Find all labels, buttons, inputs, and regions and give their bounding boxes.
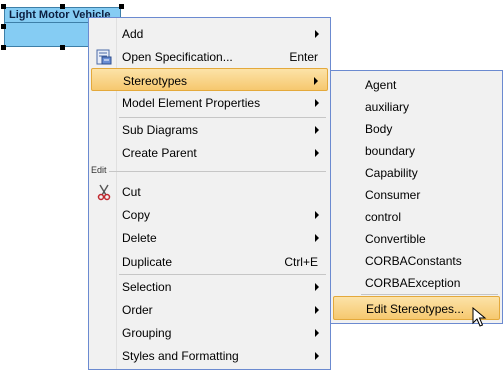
menu-item-label: Cut: [122, 185, 141, 199]
menu-separator: [91, 171, 326, 172]
menu-item-delete[interactable]: Delete: [91, 226, 328, 249]
menu-item-label: Open Specification...: [122, 50, 233, 64]
submenu-arrow-icon: [314, 77, 318, 85]
menu-item-label: Duplicate: [122, 255, 173, 269]
mouse-pointer-icon: [472, 306, 488, 329]
menu-item-label: Copy: [122, 208, 151, 222]
submenu-arrow-icon: [315, 99, 319, 107]
resize-handle-top-right[interactable]: [119, 4, 124, 9]
submenu-arrow-icon: [315, 234, 319, 242]
menu-item-stereotypes[interactable]: Stereotypes: [91, 68, 328, 91]
stereotype-label: Body: [365, 122, 393, 136]
stereotype-label: boundary: [365, 144, 416, 158]
stereotype-item[interactable]: control: [333, 205, 500, 227]
menu-item-shortcut: Enter: [289, 50, 318, 64]
menu-item-label: Styles and Formatting: [122, 349, 239, 363]
submenu-arrow-icon: [315, 352, 319, 360]
stereotype-label: CORBAConstants: [365, 254, 462, 268]
stereotype-label: Capability: [365, 166, 418, 180]
menu-item-add[interactable]: Add: [91, 22, 328, 45]
stereotype-item[interactable]: Consumer: [333, 183, 500, 205]
menu-item-duplicate[interactable]: Duplicate Ctrl+E: [91, 250, 328, 273]
resize-handle-middle-left[interactable]: [1, 24, 6, 29]
menu-item-label: Stereotypes: [123, 74, 188, 88]
menu-item-label: Add: [122, 27, 144, 41]
stereotype-label: CORBAException: [365, 276, 461, 290]
submenu-arrow-icon: [315, 283, 319, 291]
stereotype-item[interactable]: Convertible: [333, 227, 500, 249]
stereotype-label: Consumer: [365, 188, 421, 202]
menu-item-sub-diagrams[interactable]: Sub Diagrams: [91, 118, 328, 141]
stereotype-item[interactable]: auxiliary: [333, 95, 500, 117]
menu-item-model-element-properties[interactable]: Model Element Properties: [91, 91, 328, 114]
submenu-arrow-icon: [315, 30, 319, 38]
menu-item-shortcut: Ctrl+E: [284, 255, 318, 269]
resize-handle-top-center[interactable]: [60, 4, 65, 9]
menu-item-styles-and-formatting[interactable]: Styles and Formatting: [91, 344, 328, 367]
stereotype-item[interactable]: Capability: [333, 161, 500, 183]
stereotype-item[interactable]: CORBAException: [333, 271, 500, 293]
menu-item-grouping[interactable]: Grouping: [91, 321, 328, 344]
stereotype-label: Edit Stereotypes...: [366, 302, 465, 316]
submenu-arrow-icon: [315, 126, 319, 134]
menu-section-label: Edit: [91, 165, 109, 175]
resize-handle-bottom-left[interactable]: [1, 45, 6, 50]
resize-handle-bottom-center[interactable]: [60, 45, 65, 50]
menu-item-label: Grouping: [122, 326, 172, 340]
menu-item-label: Sub Diagrams: [122, 123, 199, 137]
context-menu: Add Open Specification... Enter Stereoty…: [88, 17, 331, 370]
submenu-separator: [361, 294, 498, 295]
submenu-arrow-icon: [315, 306, 319, 314]
stereotypes-submenu: Agent auxiliary Body boundary Capability…: [330, 70, 503, 324]
submenu-arrow-icon: [315, 149, 319, 157]
stereotype-label: auxiliary: [365, 100, 410, 114]
submenu-arrow-icon: [315, 329, 319, 337]
stereotype-label: Convertible: [365, 232, 426, 246]
menu-section-edit: Edit: [91, 165, 326, 178]
menu-item-label: Order: [122, 303, 153, 317]
stereotype-label: Agent: [365, 78, 397, 92]
menu-item-label: Model Element Properties: [122, 96, 261, 110]
specification-icon: [95, 48, 113, 66]
scissors-icon: [95, 183, 113, 201]
stereotype-item[interactable]: Agent: [333, 73, 500, 95]
menu-item-copy[interactable]: Copy: [91, 203, 328, 226]
menu-item-selection[interactable]: Selection: [91, 275, 328, 298]
stereotype-label: control: [365, 210, 402, 224]
menu-item-order[interactable]: Order: [91, 298, 328, 321]
resize-handle-top-left[interactable]: [1, 4, 6, 9]
submenu-arrow-icon: [315, 211, 319, 219]
menu-item-label: Create Parent: [122, 146, 197, 160]
menu-item-label: Selection: [122, 280, 172, 294]
menu-item-cut[interactable]: Cut: [91, 180, 328, 203]
menu-item-label: Delete: [122, 231, 157, 245]
menu-item-create-parent[interactable]: Create Parent: [91, 141, 328, 164]
stereotype-item[interactable]: CORBAConstants: [333, 249, 500, 271]
stereotype-item[interactable]: Body: [333, 117, 500, 139]
stereotype-item[interactable]: boundary: [333, 139, 500, 161]
menu-item-open-specification[interactable]: Open Specification... Enter: [91, 45, 328, 68]
